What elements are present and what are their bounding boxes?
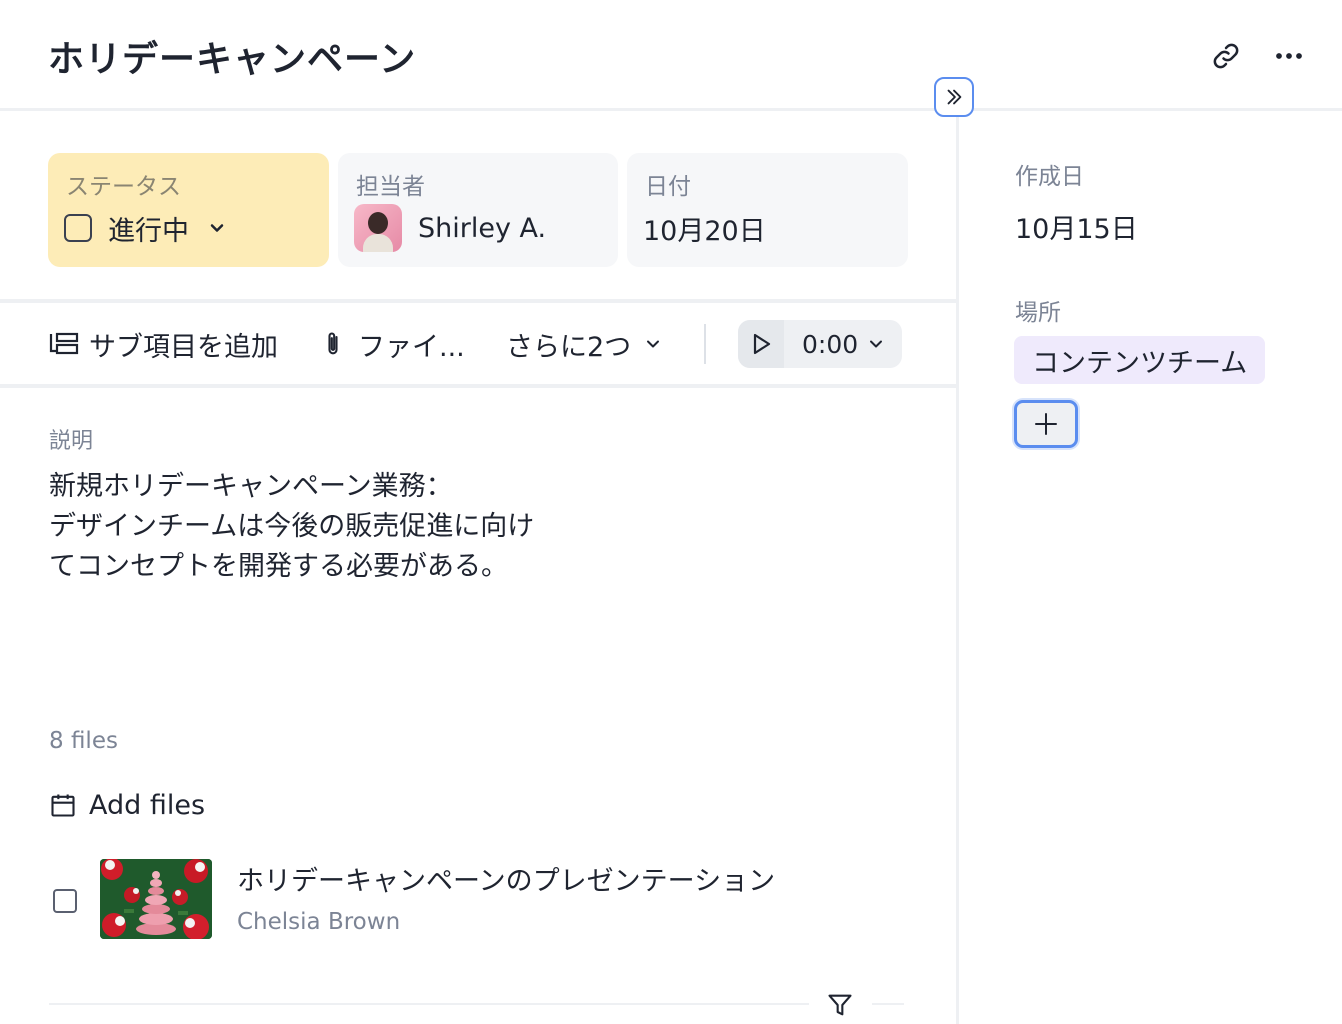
chevron-down-icon (866, 334, 886, 354)
add-files-button[interactable]: Add files (49, 783, 205, 827)
header: ホリデーキャンペーン (0, 0, 1342, 111)
add-tag-button[interactable] (1014, 400, 1078, 448)
file-name[interactable]: ホリデーキャンペーンのプレゼンテーション (237, 859, 775, 898)
date-field[interactable]: 日付 10月20日 (627, 153, 908, 267)
files-button[interactable]: ファイ... (322, 304, 465, 384)
toolbar: サブ項目を追加 ファイ... さらに2つ 0:00 (0, 304, 956, 384)
description-label: 説明 (49, 429, 94, 454)
location-tag[interactable]: コンテンツチーム (1014, 336, 1266, 384)
details-sidebar: 作成日 10月15日 場所 コンテンツチーム (959, 111, 1342, 1024)
assignee-label: 担当者 (356, 174, 425, 200)
plus-icon (1034, 412, 1058, 436)
play-icon (750, 332, 772, 356)
file-checkbox[interactable] (53, 889, 77, 913)
status-dropdown[interactable]: 進行中 (64, 209, 227, 247)
filter-icon[interactable] (826, 991, 854, 1019)
files-label: ファイ... (358, 331, 465, 363)
status-label: ステータス (66, 174, 181, 200)
divider (872, 1003, 904, 1005)
file-thumbnail[interactable] (100, 859, 212, 939)
date-label: 日付 (645, 174, 691, 200)
file-item[interactable]: ホリデーキャンペーンのプレゼンテーション Chelsia Brown (49, 859, 909, 943)
add-subitem-label: サブ項目を追加 (89, 331, 278, 363)
link-icon[interactable] (1208, 38, 1244, 74)
file-author: Chelsia Brown (237, 909, 401, 935)
more-actions-button[interactable]: さらに2つ (506, 304, 663, 384)
assignee-name: Shirley A. (418, 212, 547, 244)
chevron-down-icon (207, 218, 227, 238)
add-subitem-button[interactable]: サブ項目を追加 (49, 304, 278, 384)
double-chevron-right-icon (943, 86, 965, 108)
description-text[interactable]: 新規ホリデーキャンペーン業務： デザインチームは今後の販売促進に向け てコンセプ… (49, 467, 609, 587)
assignee-value-row: Shirley A. (354, 204, 547, 252)
add-files-label: Add files (89, 789, 206, 821)
timer-value[interactable]: 0:00 (802, 320, 858, 368)
toolbar-separator (704, 324, 706, 364)
timer-dropdown[interactable] (866, 320, 886, 368)
paperclip-icon (322, 330, 344, 358)
created-label: 作成日 (1015, 164, 1084, 190)
time-tracker: 0:00 (738, 320, 902, 368)
more-icon[interactable] (1271, 38, 1307, 74)
divider (0, 299, 956, 303)
calendar-icon (49, 791, 77, 819)
play-button[interactable] (738, 320, 784, 368)
status-field[interactable]: ステータス 進行中 (48, 153, 329, 267)
more-actions-label: さらに2つ (506, 331, 632, 363)
subitem-icon (49, 331, 79, 357)
page-title: ホリデーキャンペーン (48, 39, 417, 80)
files-count: 8 files (49, 728, 118, 754)
main-panel: ステータス 進行中 担当者 Shirley A. 日付 10月20日 サブ項目を (0, 111, 956, 1024)
created-value: 10月15日 (1015, 214, 1138, 245)
status-checkbox[interactable] (64, 214, 92, 242)
location-label: 場所 (1015, 300, 1061, 326)
avatar (354, 204, 402, 252)
assignee-field[interactable]: 担当者 Shirley A. (338, 153, 618, 267)
divider (0, 384, 956, 388)
status-value: 進行中 (108, 215, 189, 247)
date-value: 10月20日 (643, 215, 766, 247)
chevron-down-icon (643, 334, 663, 354)
divider (49, 1003, 809, 1005)
